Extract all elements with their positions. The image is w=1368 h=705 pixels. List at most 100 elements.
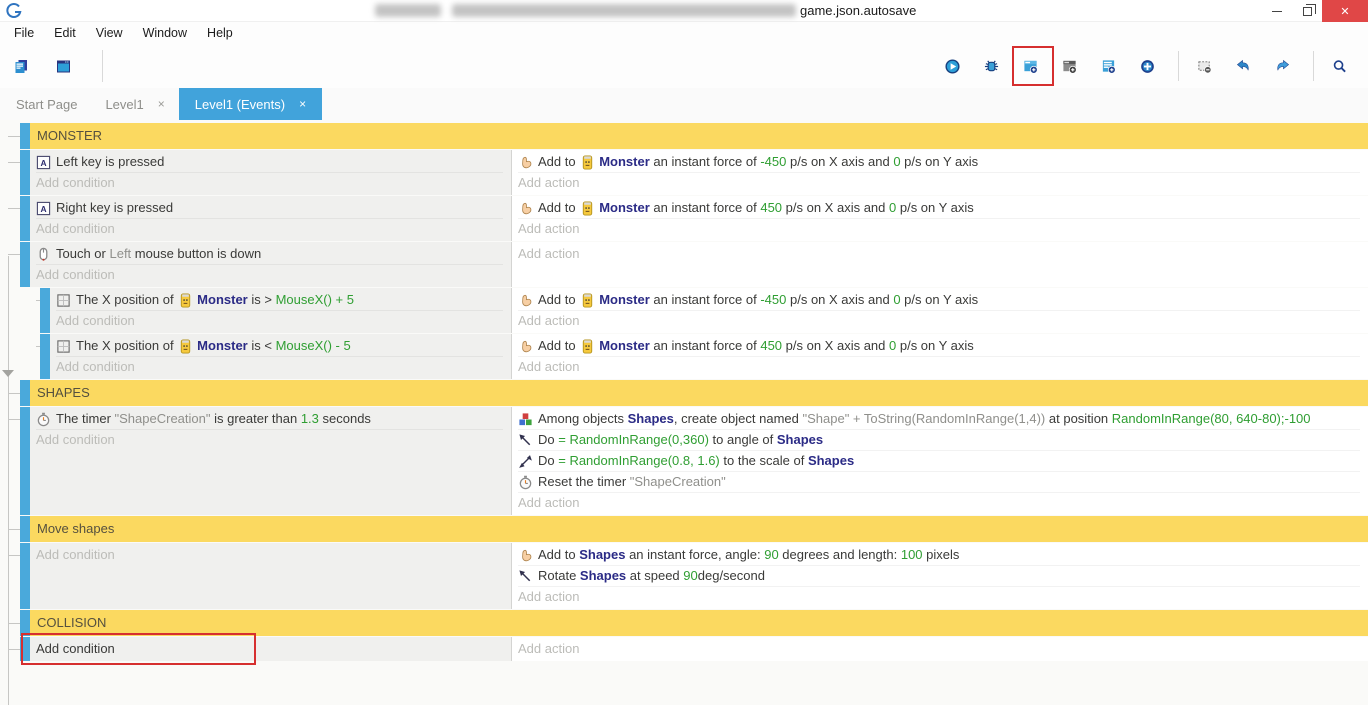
add-condition-placeholder[interactable]: Add condition	[36, 172, 503, 193]
condition-line[interactable]: The X position of Monster is < MouseX() …	[56, 336, 503, 356]
group-header-monster[interactable]: MONSTER	[20, 123, 1368, 149]
conditions-cell[interactable]: Touch or Left mouse button is downAdd co…	[30, 242, 511, 287]
remove-event-button[interactable]	[1191, 50, 1223, 82]
action-line[interactable]: Do = RandomInRange(0,360) to angle of Sh…	[518, 429, 1360, 450]
add-condition-placeholder[interactable]: Add condition	[36, 429, 503, 450]
event-selection-bar[interactable]	[20, 123, 30, 149]
add-circle-button[interactable]	[1134, 50, 1166, 82]
condition-line[interactable]: The X position of Monster is > MouseX() …	[56, 290, 503, 310]
menu-item-view[interactable]: View	[86, 22, 133, 44]
event-row[interactable]: ALeft key is pressedAdd condition Add to …	[20, 150, 1368, 195]
actions-cell[interactable]: Add to Monster an instant force of -450 …	[511, 288, 1368, 333]
action-line[interactable]: Add to Monster an instant force of 450 p…	[518, 198, 1360, 218]
tab-start-page[interactable]: Start Page	[2, 88, 91, 120]
add-action-placeholder[interactable]: Add action	[518, 244, 1360, 264]
event-row[interactable]: The X position of Monster is < MouseX() …	[40, 334, 1368, 379]
action-line[interactable]: Add to Monster an instant force of -450 …	[518, 152, 1360, 172]
add-event-button[interactable]	[1017, 50, 1049, 82]
add-action-placeholder[interactable]: Add action	[518, 492, 1360, 513]
actions-cell[interactable]: Among objects Shapes, create object name…	[511, 407, 1368, 515]
event-selection-bar[interactable]	[20, 610, 30, 636]
menu-item-file[interactable]: File	[4, 22, 44, 44]
tree-expander-icon[interactable]	[2, 370, 14, 377]
add-comment-button[interactable]	[1095, 50, 1127, 82]
add-condition-placeholder[interactable]: Add condition	[36, 264, 503, 285]
event-row[interactable]: Touch or Left mouse button is downAdd co…	[20, 242, 1368, 287]
event-row[interactable]: ARight key is pressedAdd condition Add to…	[20, 196, 1368, 241]
action-line[interactable]: Reset the timer "ShapeCreation"	[518, 471, 1360, 492]
add-condition-placeholder[interactable]: Add condition	[56, 310, 503, 331]
actions-cell[interactable]: Add to Monster an instant force of 450 p…	[511, 334, 1368, 379]
event-selection-bar[interactable]	[20, 543, 30, 609]
conditions-cell[interactable]: ARight key is pressedAdd condition	[30, 196, 511, 241]
text-segment: at position	[1045, 409, 1112, 429]
add-action-placeholder[interactable]: Add action	[518, 310, 1360, 331]
tab-level1[interactable]: Level1×	[91, 88, 178, 120]
action-line[interactable]: Add to Monster an instant force of 450 p…	[518, 336, 1360, 356]
restore-button[interactable]	[1292, 0, 1322, 22]
group-header-shapes[interactable]: SHAPES	[20, 380, 1368, 406]
action-line[interactable]: Add to Monster an instant force of -450 …	[518, 290, 1360, 310]
actions-cell[interactable]: Add action	[511, 637, 1368, 661]
event-selection-bar[interactable]	[40, 288, 50, 333]
add-action-placeholder[interactable]: Add action	[518, 218, 1360, 239]
add-condition-placeholder[interactable]: Add condition	[36, 545, 503, 565]
scene-editor-button[interactable]	[50, 50, 82, 82]
action-line[interactable]: Do = RandomInRange(0.8, 1.6) to the scal…	[518, 450, 1360, 471]
add-action-placeholder[interactable]: Add action	[518, 639, 1360, 659]
add-condition-placeholder[interactable]: Add condition	[36, 639, 503, 659]
minimize-button[interactable]	[1262, 0, 1292, 22]
event-selection-bar[interactable]	[20, 242, 30, 287]
action-line[interactable]: Add to Shapes an instant force, angle: 9…	[518, 545, 1360, 565]
event-selection-bar[interactable]	[20, 196, 30, 241]
add-subevent-button[interactable]	[1056, 50, 1088, 82]
condition-line[interactable]: The timer "ShapeCreation" is greater tha…	[36, 409, 503, 429]
action-line[interactable]: Rotate Shapes at speed 90deg/second	[518, 565, 1360, 586]
menu-item-help[interactable]: Help	[197, 22, 243, 44]
group-header-collision[interactable]: COLLISION	[20, 610, 1368, 636]
tab-close-icon[interactable]: ×	[158, 97, 165, 111]
event-row[interactable]: Add condition Add to Shapes an instant fo…	[20, 543, 1368, 609]
event-selection-bar[interactable]	[20, 407, 30, 515]
actions-cell[interactable]: Add to Monster an instant force of -450 …	[511, 150, 1368, 195]
event-selection-bar[interactable]	[20, 380, 30, 406]
actions-cell[interactable]: Add action	[511, 242, 1368, 287]
event-selection-bar[interactable]	[20, 637, 30, 661]
conditions-cell[interactable]: Add condition	[30, 543, 511, 609]
debug-button[interactable]	[978, 50, 1010, 82]
event-selection-bar[interactable]	[40, 334, 50, 379]
add-condition-placeholder[interactable]: Add condition	[36, 218, 503, 239]
event-row[interactable]: The timer "ShapeCreation" is greater tha…	[20, 407, 1368, 515]
tab-close-icon[interactable]: ×	[299, 97, 306, 111]
redo-button[interactable]	[1269, 50, 1301, 82]
conditions-cell[interactable]: Add condition	[30, 637, 511, 661]
add-action-placeholder[interactable]: Add action	[518, 172, 1360, 193]
undo-button[interactable]	[1230, 50, 1262, 82]
event-row[interactable]: Add condition Add action	[20, 637, 1368, 661]
event-selection-bar[interactable]	[20, 516, 30, 542]
add-action-placeholder[interactable]: Add action	[518, 586, 1360, 607]
conditions-cell[interactable]: The X position of Monster is < MouseX() …	[50, 334, 511, 379]
project-manager-button[interactable]	[8, 50, 40, 82]
menu-item-window[interactable]: Window	[133, 22, 197, 44]
event-row[interactable]: The X position of Monster is > MouseX() …	[40, 288, 1368, 333]
add-action-placeholder[interactable]: Add action	[518, 356, 1360, 377]
actions-cell[interactable]: Add to Monster an instant force of 450 p…	[511, 196, 1368, 241]
condition-line[interactable]: ALeft key is pressed	[36, 152, 503, 172]
monster-object-icon	[580, 293, 595, 308]
tab-level1-events-[interactable]: Level1 (Events)×	[179, 88, 322, 120]
condition-line[interactable]: ARight key is pressed	[36, 198, 503, 218]
play-button[interactable]	[939, 50, 971, 82]
search-button[interactable]	[1326, 50, 1358, 82]
menu-item-edit[interactable]: Edit	[44, 22, 86, 44]
close-button[interactable]: ✕	[1322, 0, 1368, 22]
event-selection-bar[interactable]	[20, 150, 30, 195]
condition-line[interactable]: Touch or Left mouse button is down	[36, 244, 503, 264]
conditions-cell[interactable]: The X position of Monster is > MouseX() …	[50, 288, 511, 333]
action-line[interactable]: Among objects Shapes, create object name…	[518, 409, 1360, 429]
add-condition-placeholder[interactable]: Add condition	[56, 356, 503, 377]
conditions-cell[interactable]: The timer "ShapeCreation" is greater tha…	[30, 407, 511, 515]
group-header-move-shapes[interactable]: Move shapes	[20, 516, 1368, 542]
actions-cell[interactable]: Add to Shapes an instant force, angle: 9…	[511, 543, 1368, 609]
conditions-cell[interactable]: ALeft key is pressedAdd condition	[30, 150, 511, 195]
